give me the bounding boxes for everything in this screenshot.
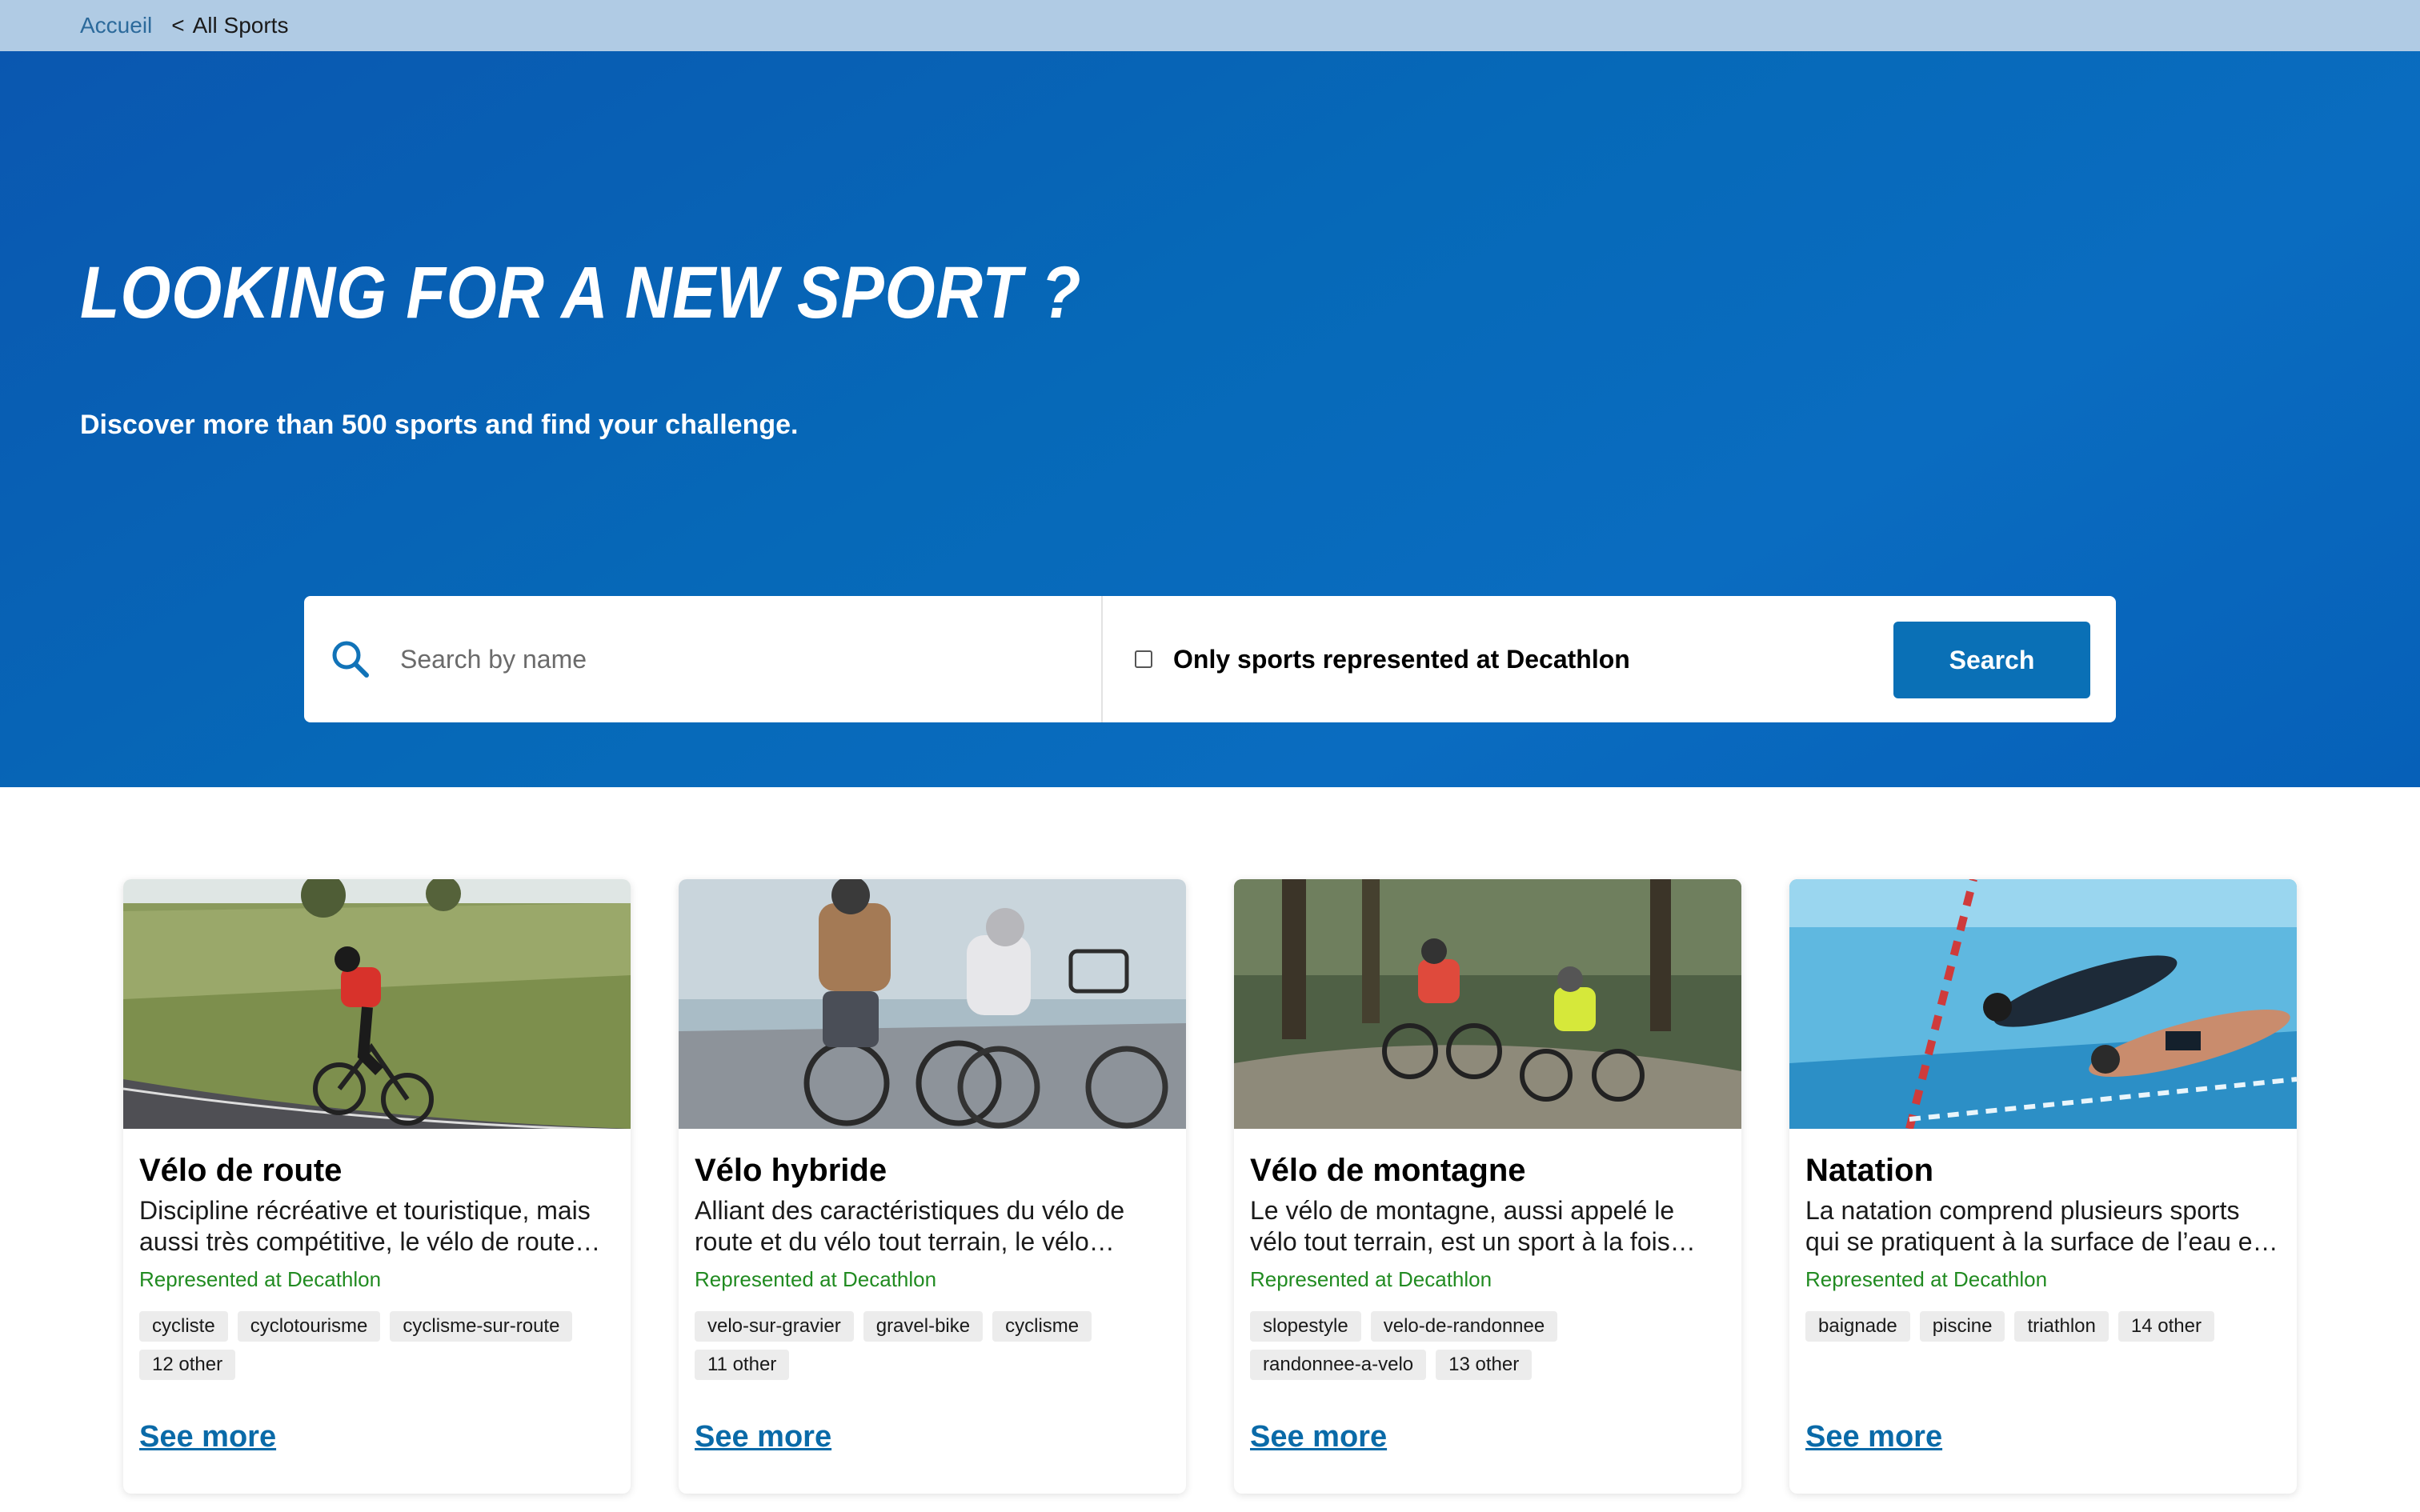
breadcrumb-separator: <: [171, 13, 185, 38]
tag: gravel-bike: [863, 1311, 984, 1342]
breadcrumb: Accueil < All Sports: [0, 0, 2420, 51]
card-title: Natation: [1805, 1153, 1933, 1188]
search-input[interactable]: [399, 643, 1074, 675]
tag: triathlon: [2014, 1311, 2109, 1342]
tag: slopestyle: [1250, 1311, 1361, 1342]
represented-badge: Represented at Decathlon: [1805, 1267, 2048, 1291]
card-description: La natation comprend plusieurs sports qu…: [1805, 1196, 2260, 1256]
tag-more-count: 14 other: [2118, 1311, 2214, 1342]
search-button[interactable]: Search: [1893, 622, 2090, 698]
search-bar: Only sports represented at Decathlon Sea…: [304, 596, 2116, 722]
tag: cyclisme: [992, 1311, 1092, 1342]
search-field-container: [304, 596, 1103, 722]
sport-card[interactable]: Natation La natation comprend plusieurs …: [1789, 879, 2297, 1494]
represented-badge: Represented at Decathlon: [695, 1267, 937, 1291]
tag: velo-de-randonnee: [1370, 1311, 1558, 1342]
tag: baignade: [1805, 1311, 1910, 1342]
tag-more-count: 11 other: [695, 1350, 790, 1380]
card-description: Discipline récréative et touristique, ma…: [139, 1196, 591, 1256]
tag-list: baignade piscine triathlon 14 other: [1805, 1311, 2278, 1342]
sport-image-hybrid-cycling: [679, 879, 1186, 1129]
tag: randonnee-a-velo: [1250, 1350, 1427, 1380]
tag-more-count: 12 other: [139, 1350, 236, 1380]
represented-badge: Represented at Decathlon: [1250, 1267, 1492, 1291]
tag: cycliste: [139, 1311, 228, 1342]
sports-card-list: Vélo de route Discipline récréative et t…: [123, 879, 2297, 1494]
search-icon: [332, 641, 369, 678]
decathlon-only-label[interactable]: Only sports represented at Decathlon: [1173, 645, 1630, 674]
sport-image-road-cycling: [123, 879, 631, 1129]
sport-card[interactable]: Vélo hybride Alliant des caractéristique…: [679, 879, 1186, 1494]
see-more-link[interactable]: See more: [139, 1420, 276, 1454]
see-more-link[interactable]: See more: [1805, 1420, 1942, 1454]
tag-list: velo-sur-gravier gravel-bike cyclisme 11…: [695, 1311, 1167, 1380]
card-title: Vélo de montagne: [1250, 1153, 1526, 1188]
card-title: Vélo de route: [139, 1153, 343, 1188]
card-description: Alliant des caractéristiques du vélo de …: [695, 1196, 1125, 1256]
filter-container: Only sports represented at Decathlon Sea…: [1103, 596, 2116, 722]
see-more-link[interactable]: See more: [1250, 1420, 1387, 1454]
tag: piscine: [1919, 1311, 2005, 1342]
sport-card[interactable]: Vélo de montagne Le vélo de montagne, au…: [1234, 879, 1741, 1494]
breadcrumb-current: All Sports: [192, 13, 289, 38]
hero-title: LOOKING FOR A NEW SPORT ?: [80, 252, 1082, 334]
represented-badge: Represented at Decathlon: [139, 1267, 382, 1291]
tag: cyclotourisme: [237, 1311, 381, 1342]
breadcrumb-home-link[interactable]: Accueil: [80, 13, 152, 38]
sport-image-mountain-biking: [1234, 879, 1741, 1129]
tag-list: slopestyle velo-de-randonnee randonnee-a…: [1250, 1311, 1722, 1380]
hero-subtitle: Discover more than 500 sports and find y…: [80, 410, 799, 440]
hero-banner: LOOKING FOR A NEW SPORT ? Discover more …: [0, 51, 2420, 787]
tag-more-count: 13 other: [1436, 1350, 1533, 1380]
tag: cyclisme-sur-route: [390, 1311, 573, 1342]
decathlon-only-checkbox[interactable]: [1135, 650, 1152, 668]
card-description: Le vélo de montagne, aussi appelé le vél…: [1250, 1196, 1675, 1256]
sport-card[interactable]: Vélo de route Discipline récréative et t…: [123, 879, 631, 1494]
sport-image-swimming: [1789, 879, 2297, 1129]
tag-list: cycliste cyclotourisme cyclisme-sur-rout…: [139, 1311, 611, 1380]
card-title: Vélo hybride: [695, 1153, 887, 1188]
see-more-link[interactable]: See more: [695, 1420, 831, 1454]
tag: velo-sur-gravier: [695, 1311, 854, 1342]
